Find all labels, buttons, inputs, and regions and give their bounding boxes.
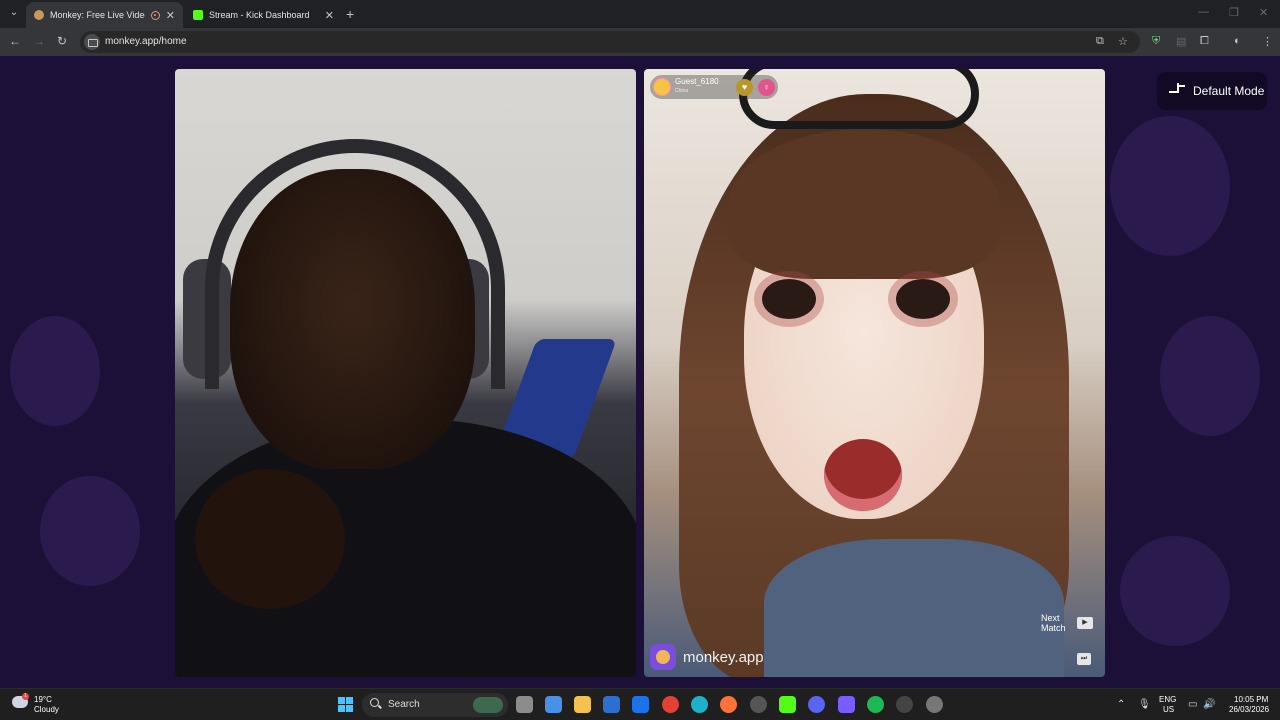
close-window-icon[interactable]: ✕ bbox=[1259, 6, 1268, 19]
next-match-button[interactable]: Next Match ▶ bbox=[1041, 613, 1093, 633]
skip-button[interactable]: ⏭ bbox=[1077, 653, 1091, 665]
person-bangs bbox=[729, 129, 999, 279]
recording-icon bbox=[150, 10, 160, 20]
headphone-band bbox=[205, 139, 505, 389]
4k-video-icon[interactable] bbox=[896, 696, 913, 713]
remote-video-feed: Guest_6180 China ♥ ♀ monkey.app Next Mat… bbox=[644, 69, 1105, 677]
new-tab-button[interactable]: + bbox=[346, 6, 354, 22]
edge-icon[interactable] bbox=[691, 696, 708, 713]
region-indicator[interactable]: US bbox=[1163, 705, 1174, 714]
default-mode-button[interactable]: Default Mode bbox=[1157, 72, 1267, 110]
chatgpt-icon[interactable] bbox=[926, 696, 943, 713]
kick-favicon-icon bbox=[193, 10, 203, 20]
extensions-puzzle-icon[interactable]: ⧠ bbox=[1200, 35, 1209, 48]
monkey-logo-icon bbox=[650, 644, 676, 670]
person-jacket bbox=[764, 539, 1064, 677]
forward-icon[interactable]: → bbox=[33, 34, 45, 48]
display-icon[interactable]: ▭ bbox=[1188, 699, 1197, 710]
sunglasses bbox=[739, 69, 979, 129]
tab-monkey[interactable]: Monkey: Free Live Video Ch ✕ bbox=[26, 2, 183, 28]
background-pattern bbox=[1160, 316, 1260, 436]
heart-badge-icon: ♥ bbox=[736, 79, 753, 96]
file-explorer-icon[interactable] bbox=[574, 696, 591, 713]
person-mouth bbox=[824, 439, 902, 511]
address-bar[interactable]: monkey.app/home bbox=[80, 31, 1140, 53]
spotify-icon[interactable] bbox=[867, 696, 884, 713]
weather-temp[interactable]: 19°C bbox=[34, 695, 52, 704]
next-match-label: Next Match bbox=[1041, 613, 1066, 633]
search-placeholder: Search bbox=[388, 699, 420, 710]
monkey-app-page: Guest_6180 China ♥ ♀ monkey.app Next Mat… bbox=[0, 56, 1280, 688]
site-info-icon[interactable] bbox=[84, 34, 100, 50]
weather-alert-badge: 1 bbox=[22, 693, 29, 700]
restore-icon[interactable]: ❐ bbox=[1229, 6, 1239, 19]
local-video-feed bbox=[175, 69, 636, 677]
search-icon bbox=[370, 698, 379, 707]
brand-name: monkey.app bbox=[683, 648, 764, 666]
microsoft-store-icon[interactable] bbox=[603, 696, 620, 713]
install-app-icon[interactable]: ⧉ bbox=[1096, 35, 1104, 48]
monkey-brand: monkey.app bbox=[650, 643, 764, 671]
outlook-icon[interactable] bbox=[632, 696, 649, 713]
next-play-icon: ▶ bbox=[1077, 617, 1093, 629]
tray-expand-icon[interactable]: ⌃ bbox=[1117, 699, 1125, 710]
tab-title: Stream - Kick Dashboard bbox=[209, 10, 310, 20]
firefox-icon[interactable] bbox=[720, 696, 737, 713]
reload-icon[interactable]: ↻ bbox=[57, 34, 67, 48]
task-view-icon[interactable] bbox=[516, 696, 533, 713]
close-tab-icon[interactable]: ✕ bbox=[166, 9, 175, 22]
background-pattern bbox=[10, 316, 100, 426]
background-pattern bbox=[1110, 116, 1230, 256]
search-highlight-icon bbox=[473, 697, 503, 713]
volume-icon[interactable]: 🔊 bbox=[1203, 699, 1215, 710]
chrome-icon[interactable] bbox=[662, 696, 679, 713]
url-text: monkey.app/home bbox=[105, 36, 187, 47]
default-mode-label: Default Mode bbox=[1193, 84, 1265, 98]
collapse-icon bbox=[1169, 83, 1185, 99]
extension-shield-icon[interactable]: ⛨ bbox=[1152, 35, 1160, 48]
browser-menu-icon[interactable]: ⋮ bbox=[1262, 35, 1273, 48]
discord-icon[interactable] bbox=[808, 696, 825, 713]
tab-title: Monkey: Free Live Video Ch bbox=[50, 10, 145, 20]
tab-search-icon[interactable]: ⌄ bbox=[6, 5, 22, 21]
tab-strip: ⌄ Monkey: Free Live Video Ch ✕ Stream - … bbox=[0, 0, 1280, 28]
remote-username: Guest_6180 bbox=[675, 77, 719, 86]
user-avatar bbox=[653, 78, 671, 96]
clock-time[interactable]: 10:05 PM bbox=[1234, 695, 1268, 704]
language-indicator[interactable]: ENG bbox=[1159, 695, 1176, 704]
microphone-icon[interactable]: 🎙 bbox=[1138, 699, 1151, 710]
taskbar-search[interactable]: Search bbox=[362, 693, 508, 717]
app-grid-icon[interactable] bbox=[838, 696, 855, 713]
clock-date[interactable]: 26/03/2026 bbox=[1229, 705, 1269, 714]
remote-user-info[interactable]: Guest_6180 China ♥ ♀ bbox=[650, 75, 778, 99]
remote-country: China bbox=[675, 88, 689, 94]
kick-app-icon[interactable] bbox=[779, 696, 796, 713]
monkey-favicon-icon bbox=[34, 10, 44, 20]
gender-badge-icon: ♀ bbox=[758, 79, 775, 96]
minimize-icon[interactable]: — bbox=[1198, 6, 1209, 18]
start-windows-icon[interactable] bbox=[338, 697, 353, 712]
copilot-icon[interactable] bbox=[545, 696, 562, 713]
weather-condition[interactable]: Cloudy bbox=[34, 705, 59, 714]
windows-taskbar: 1 19°C Cloudy Search ⌃ 🎙 ENG US ▭ 🔊 10:0… bbox=[0, 688, 1280, 720]
profile-avatar-icon[interactable]: ◐ bbox=[1234, 35, 1241, 47]
back-icon[interactable]: ← bbox=[9, 34, 21, 48]
person-eye bbox=[762, 279, 816, 319]
obs-icon[interactable] bbox=[750, 696, 767, 713]
close-tab-icon[interactable]: ✕ bbox=[325, 9, 334, 22]
tab-kick-dashboard[interactable]: Stream - Kick Dashboard ✕ bbox=[185, 2, 342, 28]
person-eye bbox=[896, 279, 950, 319]
background-pattern bbox=[40, 476, 140, 586]
person-hand bbox=[195, 469, 345, 609]
background-pattern bbox=[1120, 536, 1230, 646]
browser-toolbar: ← → ↻ monkey.app/home ⧉ ☆ ⛨ ▤ ⧠ ◐ ⋮ bbox=[0, 28, 1280, 56]
extension-icon[interactable]: ▤ bbox=[1176, 35, 1186, 48]
bookmark-star-icon[interactable]: ☆ bbox=[1118, 35, 1128, 48]
